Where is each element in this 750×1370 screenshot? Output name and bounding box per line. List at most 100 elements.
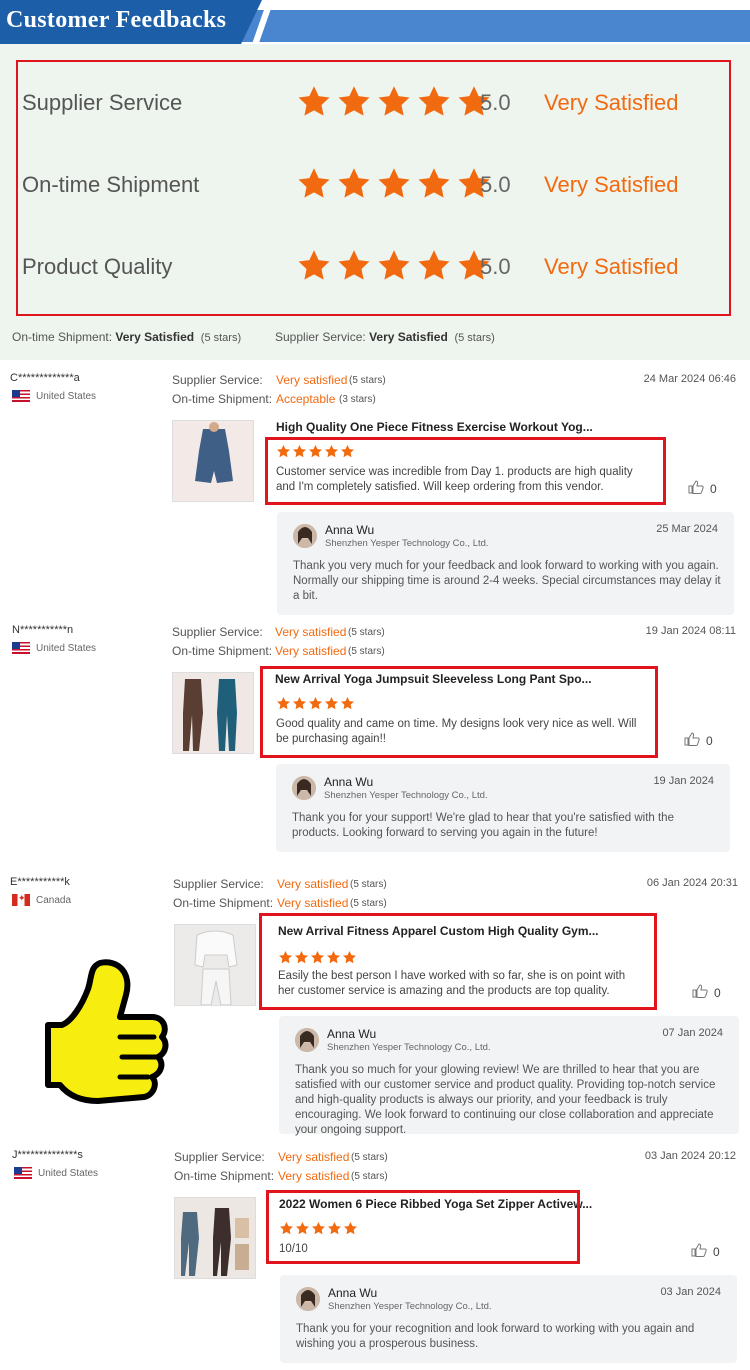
shipment-stars: (5 stars) <box>351 1171 388 1182</box>
like-button[interactable]: 0 <box>684 732 713 749</box>
summary-score: 5.0 <box>480 172 511 197</box>
service-value: Very satisfied <box>275 625 347 639</box>
like-button[interactable]: 0 <box>692 984 721 1001</box>
star-icon <box>310 950 325 965</box>
product-image[interactable] <box>172 672 254 754</box>
reply-text: Thank you for your recognition and look … <box>296 1323 695 1350</box>
supplier-reply: Anna Wu Shenzhen Yesper Technology Co., … <box>276 764 730 852</box>
star-icon <box>326 950 341 965</box>
summary-score: 5.0 <box>480 254 511 279</box>
summary-row-product-quality: Product Quality 5.0 Very Satisfied <box>22 248 712 288</box>
star-icon <box>324 444 339 459</box>
star-icon <box>295 166 333 202</box>
footer-stars: (5 stars) <box>454 332 495 344</box>
reply-author: Anna Wu <box>327 1027 377 1041</box>
supplier-reply: Anna Wu Shenzhen Yesper Technology Co., … <box>279 1016 739 1136</box>
like-button[interactable]: 0 <box>688 480 717 497</box>
reply-author: Anna Wu <box>324 775 374 789</box>
star-icon <box>340 444 355 459</box>
product-image[interactable] <box>174 924 256 1006</box>
service-label: Supplier Service: <box>174 1150 265 1164</box>
reviewer-name: N***********n <box>12 624 74 636</box>
star-icon <box>308 696 323 711</box>
summary-footer-shipment: On-time Shipment: Very Satisfied (5 star… <box>12 330 241 344</box>
avatar <box>292 776 316 800</box>
shipment-stars: (5 stars) <box>348 646 385 657</box>
service-stars: (5 stars) <box>348 627 385 638</box>
country-label: Canada <box>36 894 72 906</box>
review-text: Customer service was incredible from Day… <box>276 466 633 493</box>
shipment-value: Very satisfied <box>278 1169 350 1183</box>
summary-row-supplier-service: Supplier Service 5.0 Very Satisfied <box>22 84 712 124</box>
star-icon <box>375 248 413 284</box>
review-text: Easily the best person I have worked wit… <box>278 970 626 997</box>
product-title-link[interactable]: High Quality One Piece Fitness Exercise … <box>276 420 593 434</box>
summary-stars <box>295 84 493 120</box>
flag-us-icon <box>12 390 30 402</box>
shipment-label: On-time Shipment: <box>172 392 273 406</box>
review-stars <box>279 1221 358 1236</box>
star-icon <box>295 248 333 284</box>
summary-stars <box>295 248 493 284</box>
shipment-label: On-time Shipment: <box>174 1169 275 1183</box>
like-count: 0 <box>706 733 713 748</box>
shipment-stars: (5 stars) <box>350 898 387 909</box>
flag-us-icon <box>14 1167 32 1179</box>
service-label: Supplier Service: <box>172 625 263 639</box>
product-image[interactable] <box>172 420 254 502</box>
thumbs-up-icon <box>684 732 700 749</box>
review-date: 06 Jan 2024 20:31 <box>646 877 738 889</box>
star-icon <box>415 248 453 284</box>
star-icon <box>415 166 453 202</box>
product-image[interactable] <box>174 1197 256 1279</box>
star-icon <box>311 1221 326 1236</box>
thumbs-up-icon <box>688 480 704 497</box>
flag-canada-icon <box>12 894 30 906</box>
review-item: N***********n United States Supplier Ser… <box>0 624 750 859</box>
star-icon <box>375 166 413 202</box>
star-icon <box>335 84 373 120</box>
footer-label: Supplier Service: <box>275 330 366 344</box>
summary-rating: Very Satisfied <box>544 254 679 279</box>
star-icon <box>415 84 453 120</box>
like-count: 0 <box>713 1244 720 1259</box>
thumbs-up-graphic <box>40 955 170 1125</box>
star-icon <box>343 1221 358 1236</box>
star-icon <box>327 1221 342 1236</box>
reply-company: Shenzhen Yesper Technology Co., Ltd. <box>327 1042 491 1053</box>
flag-us-icon <box>12 642 30 654</box>
page-title: Customer Feedbacks <box>6 7 227 33</box>
review-stars <box>278 950 357 965</box>
shipment-label: On-time Shipment: <box>173 896 274 910</box>
review-item: J**************s United States Supplier … <box>0 1149 750 1364</box>
country-label: United States <box>36 642 97 654</box>
summary-label: On-time Shipment <box>22 172 200 197</box>
review-text: Good quality and came on time. My design… <box>276 718 637 745</box>
reviewer-country: United States <box>12 390 96 402</box>
supplier-reply: Anna Wu Shenzhen Yesper Technology Co., … <box>280 1275 737 1363</box>
star-icon <box>292 444 307 459</box>
reviewer-country: United States <box>14 1167 98 1179</box>
summary-score: 5.0 <box>480 90 511 115</box>
star-icon <box>342 950 357 965</box>
review-stars <box>276 444 355 459</box>
avatar <box>296 1287 320 1311</box>
star-icon <box>340 696 355 711</box>
reviewer-name: J**************s <box>12 1149 83 1161</box>
shipment-label: On-time Shipment: <box>172 644 273 658</box>
star-icon <box>335 248 373 284</box>
summary-stars <box>295 166 493 202</box>
shipment-stars: (3 stars) <box>339 394 376 405</box>
review-text: 10/10 <box>279 1243 308 1255</box>
star-icon <box>276 696 291 711</box>
shipment-value: Very satisfied <box>275 644 347 658</box>
service-value: Very satisfied <box>276 373 348 387</box>
reply-date: 03 Jan 2024 <box>660 1286 721 1298</box>
like-count: 0 <box>710 481 717 496</box>
like-button[interactable]: 0 <box>691 1243 720 1260</box>
star-icon <box>292 696 307 711</box>
footer-stars: (5 stars) <box>200 332 242 344</box>
review-date: 19 Jan 2024 08:11 <box>645 625 736 637</box>
country-label: United States <box>36 390 97 402</box>
service-label: Supplier Service: <box>172 373 263 387</box>
